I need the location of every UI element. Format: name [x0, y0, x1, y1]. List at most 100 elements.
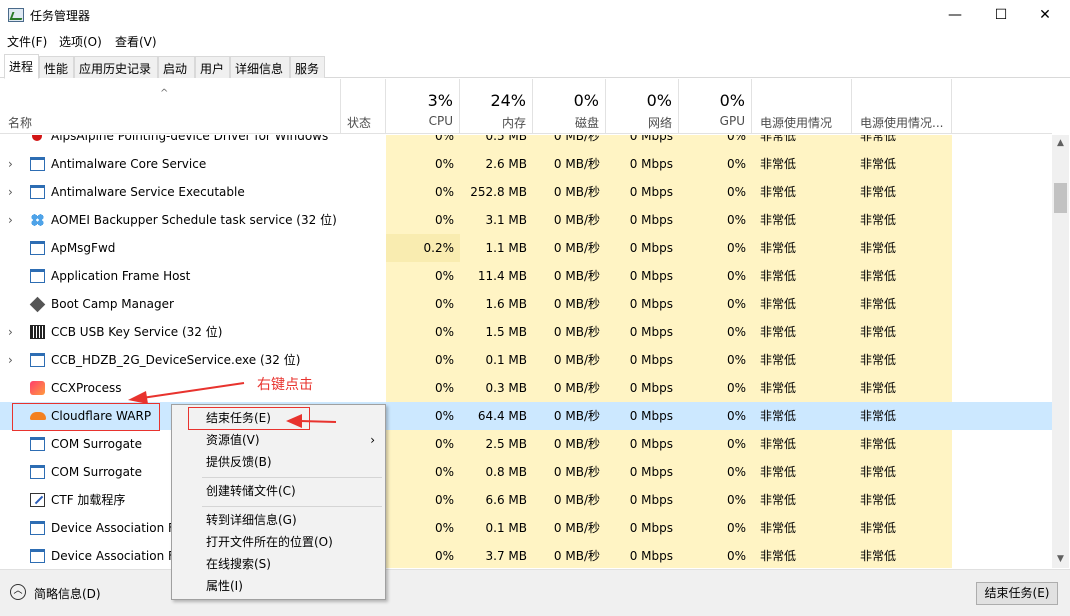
expand-chevron-icon[interactable]: › [8, 206, 18, 234]
process-row[interactable]: Application Frame Host 0% 11.4 MB 0 MB/秒 0 M… [0, 262, 1052, 290]
cell-power: 非常低 [752, 514, 852, 542]
cell-cpu: 0% [386, 206, 460, 234]
cell-mem: 0.3 MB [460, 374, 533, 402]
tab-startup[interactable]: 启动 [158, 56, 195, 78]
column-power-usage[interactable]: 电源使用情况 [752, 79, 852, 134]
cell-disk: 0 MB/秒 [533, 262, 606, 290]
window-icon [30, 437, 45, 451]
cell-disk: 0 MB/秒 [533, 430, 606, 458]
close-button[interactable]: ✕ [1022, 0, 1068, 31]
window-icon [30, 241, 45, 255]
scroll-down-icon[interactable]: ▼ [1052, 551, 1069, 568]
process-row[interactable]: › AOMEI Backupper Schedule task service (… [0, 206, 1052, 234]
diamond-icon [29, 296, 46, 313]
process-row[interactable]: Device Association Framework Provider Ho… [0, 514, 1052, 542]
cell-cpu: 0% [386, 178, 460, 206]
process-name: CCB_HDZB_2G_DeviceService.exe (32 位) [51, 353, 301, 367]
ctx-search-online[interactable]: 在线搜索(S) [174, 553, 383, 575]
tab-processes[interactable]: 进程 [4, 54, 39, 79]
process-name: Antimalware Service Executable [51, 185, 245, 199]
column-disk[interactable]: 0% 磁盘 [533, 79, 606, 134]
column-power-usage-trend[interactable]: 电源使用情况... [852, 79, 952, 134]
process-row[interactable]: CCXProcess 0% 0.3 MB 0 MB/秒 0 Mbps 0% 非常低 非常低 [0, 374, 1052, 402]
column-memory-label: 内存 [501, 116, 526, 130]
memory-total-pct: 24% [490, 91, 526, 110]
cell-gpu: 0% [679, 542, 752, 568]
process-row[interactable]: COM Surrogate 0% 2.5 MB 0 MB/秒 0 Mbps 0% 非常低 非常… [0, 430, 1052, 458]
ctx-create-dump[interactable]: 创建转储文件(C) [174, 480, 383, 502]
ctx-provide-feedback[interactable]: 提供反馈(B) [174, 451, 383, 473]
process-row[interactable]: AlpsAlpine Pointing-device Driver for Wi… [0, 135, 1052, 150]
cell-power: 非常低 [752, 178, 852, 206]
column-gpu[interactable]: 0% GPU [679, 79, 752, 134]
ctx-resource-values[interactable]: 资源值(V) › [174, 429, 383, 451]
cell-cpu: 0% [386, 150, 460, 178]
cell-power: 非常低 [752, 150, 852, 178]
scroll-up-icon[interactable]: ▲ [1052, 135, 1069, 152]
process-row[interactable]: CTF 加载程序 0% 6.6 MB 0 MB/秒 0 Mbps 0% 非常低 非常低 [0, 486, 1052, 514]
fewer-details-link[interactable]: 简略信息(D) [34, 585, 101, 602]
ctx-resource-values-label: 资源值(V) [206, 433, 260, 447]
cell-net: 0 Mbps [606, 458, 679, 486]
process-name: COM Surrogate [51, 437, 143, 451]
cell-disk: 0 MB/秒 [533, 458, 606, 486]
column-network[interactable]: 0% 网络 [606, 79, 679, 134]
cell-power-trend: 非常低 [852, 290, 952, 318]
expand-chevron-icon[interactable]: › [8, 150, 18, 178]
cell-power: 非常低 [752, 206, 852, 234]
cell-net: 0 Mbps [606, 135, 679, 150]
column-name[interactable]: ^ 名称 [0, 79, 341, 134]
column-status[interactable]: 状态 [341, 79, 386, 134]
column-network-label: 网络 [647, 116, 672, 130]
process-name: CCXProcess [51, 381, 122, 395]
process-row[interactable]: Boot Camp Manager 0% 1.6 MB 0 MB/秒 0 Mbps 0% 非… [0, 290, 1052, 318]
menu-options[interactable]: 选项(O) [59, 33, 102, 50]
cell-gpu: 0% [679, 290, 752, 318]
process-row[interactable]: Device Association Framework Provider Ho… [0, 542, 1052, 568]
maximize-button[interactable]: ☐ [978, 0, 1024, 31]
cell-net: 0 Mbps [606, 486, 679, 514]
cell-disk: 0 MB/秒 [533, 374, 606, 402]
process-row[interactable]: › Antimalware Service Executable 0% 252.8 M… [0, 178, 1052, 206]
menu-file[interactable]: 文件(F) [7, 33, 47, 50]
cell-gpu: 0% [679, 346, 752, 374]
tab-bar: 进程 性能 应用历史记录 启动 用户 详细信息 服务 [0, 54, 1070, 79]
ctx-properties[interactable]: 属性(I) [174, 575, 383, 597]
cell-mem: 2.6 MB [460, 150, 533, 178]
cell-gpu: 0% [679, 178, 752, 206]
chevron-up-icon[interactable]: ︿ [10, 584, 26, 600]
title-bar: 任务管理器 — ☐ ✕ [0, 0, 1070, 31]
process-row[interactable]: COM Surrogate 0% 0.8 MB 0 MB/秒 0 Mbps 0% 非常低 非常… [0, 458, 1052, 486]
expand-chevron-icon[interactable]: › [8, 178, 18, 206]
process-row[interactable]: › CCB USB Key Service (32 位) 0% 1.5 MB 0 MB/… [0, 318, 1052, 346]
gpu-total-pct: 0% [719, 91, 745, 110]
tab-users[interactable]: 用户 [195, 56, 230, 78]
tab-performance[interactable]: 性能 [39, 56, 74, 78]
expand-chevron-icon[interactable]: › [8, 346, 18, 374]
ctx-go-to-details[interactable]: 转到详细信息(G) [174, 509, 383, 531]
scroll-thumb[interactable] [1054, 183, 1067, 213]
menu-view[interactable]: 查看(V) [115, 33, 157, 50]
tab-app-history[interactable]: 应用历史记录 [74, 56, 158, 78]
cell-power: 非常低 [752, 374, 852, 402]
minimize-button[interactable]: — [932, 0, 978, 31]
cell-gpu: 0% [679, 318, 752, 346]
cell-cpu: 0% [386, 262, 460, 290]
column-memory[interactable]: 24% 内存 [460, 79, 533, 134]
column-cpu[interactable]: 3% CPU [386, 79, 460, 134]
process-row[interactable]: › Antimalware Core Service 0% 2.6 MB 0 MB/秒 0… [0, 150, 1052, 178]
column-disk-label: 磁盘 [574, 116, 599, 130]
cell-power-trend: 非常低 [852, 234, 952, 262]
expand-chevron-icon[interactable]: › [8, 318, 18, 346]
process-row[interactable]: ApMsgFwd 0.2% 1.1 MB 0 MB/秒 0 Mbps 0% 非常低 非常低 [0, 234, 1052, 262]
cell-mem: 0.5 MB [460, 135, 533, 150]
tab-services[interactable]: 服务 [290, 56, 325, 78]
end-task-button[interactable]: 结束任务(E) [976, 582, 1058, 605]
tab-details[interactable]: 详细信息 [230, 56, 290, 78]
vertical-scrollbar[interactable]: ▲ ▼ [1052, 135, 1069, 568]
cell-disk: 0 MB/秒 [533, 514, 606, 542]
process-row[interactable]: › CCB_HDZB_2G_DeviceService.exe (32 位) 0% 0… [0, 346, 1052, 374]
cell-mem: 1.1 MB [460, 234, 533, 262]
cell-gpu: 0% [679, 430, 752, 458]
ctx-open-file-location[interactable]: 打开文件所在的位置(O) [174, 531, 383, 553]
